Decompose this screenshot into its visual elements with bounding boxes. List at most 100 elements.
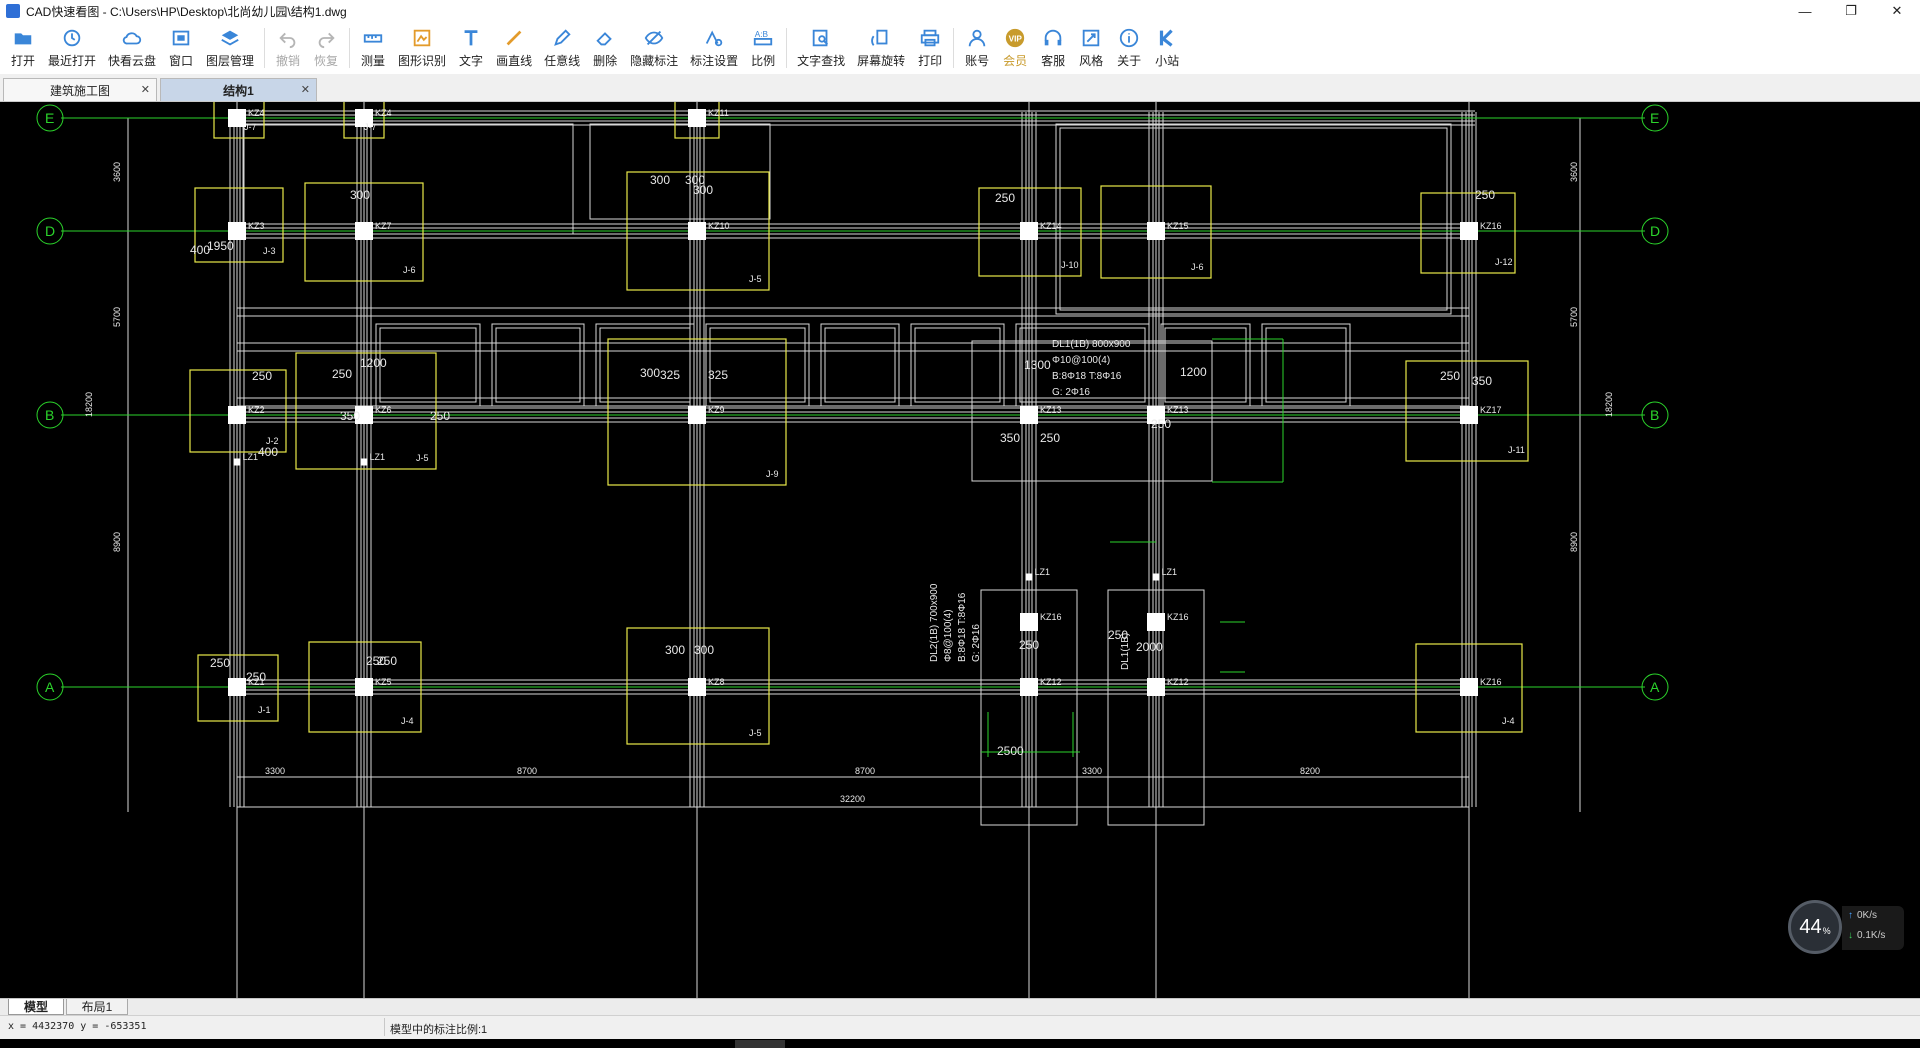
cad-drawing[interactable]: E ED DB BA AJ-7 J-7J-3J-6J-5J-10 J-6 J-12J-2J-5… bbox=[0, 102, 1920, 998]
dimension-label: 325 bbox=[708, 368, 728, 382]
toolbar-label: 图形识别 bbox=[398, 54, 447, 68]
column-label: KZ6 bbox=[375, 405, 392, 415]
footing-label: J-12 bbox=[1495, 257, 1513, 267]
column-label: KZ16 bbox=[1040, 612, 1062, 622]
toolbar-button-line[interactable]: 画直线 bbox=[490, 22, 538, 70]
toolbar-button-printer[interactable]: 打印 bbox=[911, 22, 949, 70]
toolbar-button-ruler[interactable]: 测量 bbox=[354, 22, 392, 70]
toolbar-label: 测量 bbox=[361, 54, 386, 68]
toolbar-separator bbox=[953, 28, 955, 68]
dimension-label: 2000 bbox=[1136, 640, 1163, 654]
drawing-canvas[interactable]: E E D D B B A A J-7 J-7 J-3 J-6 J-5 J-10 J-6 J-12 J-2 J-5… bbox=[0, 102, 1920, 998]
column-label: KZ11 bbox=[708, 108, 729, 118]
footing-label: J-1 bbox=[258, 705, 271, 715]
speed-percent: 44 bbox=[1799, 915, 1822, 938]
toolbar-button-info[interactable]: 关于 bbox=[1110, 22, 1148, 70]
toolbar-label: 删除 bbox=[593, 54, 618, 68]
column-label: KZ3 bbox=[248, 221, 265, 231]
column-square bbox=[1020, 613, 1038, 631]
layout-tabs: 模型 布局1 bbox=[0, 998, 1920, 1015]
column-square bbox=[228, 406, 246, 424]
outline bbox=[910, 323, 1005, 407]
horizontal-scrollbar[interactable] bbox=[735, 1040, 785, 1048]
toolbar-button-eye-hide[interactable]: 隐藏标注 bbox=[624, 22, 684, 70]
toolbar-button-cloud[interactable]: 快看云盘 bbox=[102, 22, 162, 70]
style-icon bbox=[1079, 26, 1103, 50]
column-square bbox=[360, 458, 368, 466]
toolbar-button-vip[interactable]: VIP 会员 bbox=[996, 22, 1034, 70]
column-label: LZ1 bbox=[243, 452, 259, 462]
dimension-label: 250 bbox=[252, 369, 272, 383]
dimension-label: 250 bbox=[430, 409, 450, 423]
window-title: CAD快速看图 - C:\Users\HP\Desktop\北尚幼儿园\结构1.… bbox=[26, 4, 347, 19]
toolbar-button-annotation-settings[interactable]: 标注设置 bbox=[684, 22, 744, 70]
toolbar-button-folder-open[interactable]: 打开 bbox=[4, 22, 42, 70]
minimize-button[interactable]: — bbox=[1782, 0, 1828, 22]
toolbar-button-layers[interactable]: 图层管理 bbox=[200, 22, 260, 70]
svg-text:A:B: A:B bbox=[755, 30, 769, 39]
dimension-label: 300 bbox=[694, 643, 714, 657]
toolbar-separator bbox=[786, 28, 788, 68]
toolbar-label: 任意线 bbox=[544, 54, 581, 68]
tab-model[interactable]: 模型 bbox=[8, 999, 64, 1015]
toolbar-button-account[interactable]: 账号 bbox=[958, 22, 996, 70]
dimension-label: 250 bbox=[1019, 638, 1039, 652]
outline bbox=[242, 123, 574, 235]
toolbar-label: 撤销 bbox=[276, 54, 301, 68]
dimension-label: 18200 bbox=[84, 392, 94, 417]
outline bbox=[705, 323, 810, 407]
footing-label: J-10 bbox=[1061, 260, 1079, 270]
account-icon bbox=[965, 26, 989, 50]
toolbar-label: 风格 bbox=[1079, 54, 1104, 68]
column-square bbox=[228, 678, 246, 696]
tab-architecture[interactable]: 建筑施工图 ✕ bbox=[3, 78, 157, 101]
close-icon[interactable]: ✕ bbox=[141, 83, 150, 96]
redo-icon bbox=[314, 26, 338, 50]
column-square bbox=[233, 458, 241, 466]
bottom-strip bbox=[0, 1039, 1920, 1048]
grid-axis-label-left: A bbox=[45, 679, 55, 695]
toolbar-label: 画直线 bbox=[496, 54, 533, 68]
toolbar-button-rotate-screen[interactable]: 屏幕旋转 bbox=[851, 22, 911, 70]
tab-structure[interactable]: 结构1 ✕ bbox=[160, 78, 317, 101]
toolbar-button-shape-recognition[interactable]: 图形识别 bbox=[392, 22, 452, 70]
status-bar: x = 4432370 y = -653351 模型中的标注比例:1 bbox=[0, 1015, 1920, 1039]
column-square bbox=[1460, 406, 1478, 424]
app-logo-icon bbox=[6, 4, 20, 18]
text-icon bbox=[459, 26, 483, 50]
footing-label: J-7 bbox=[244, 122, 257, 132]
toolbar-button-window[interactable]: 窗口 bbox=[162, 22, 200, 70]
speed-percent-ring: 44% bbox=[1788, 900, 1842, 954]
toolbar-button-recent[interactable]: 最近打开 bbox=[42, 22, 102, 70]
close-icon[interactable]: ✕ bbox=[301, 83, 310, 96]
column-square bbox=[228, 222, 246, 240]
dimension-label: 250 bbox=[1040, 431, 1060, 445]
tab-layout1[interactable]: 布局1 bbox=[66, 999, 128, 1015]
toolbar-label: 窗口 bbox=[169, 54, 194, 68]
column-label: KZ5 bbox=[375, 677, 392, 687]
toolbar-button-scale[interactable]: A:B 比例 bbox=[744, 22, 782, 70]
dimension-label: 250 bbox=[995, 191, 1015, 205]
toolbar-button-headset[interactable]: 客服 bbox=[1034, 22, 1072, 70]
scale-icon: A:B bbox=[751, 26, 775, 50]
column-label: KZ4 bbox=[375, 108, 392, 118]
speed-rates: ↑ 0K/s ↓ 0.1K/s bbox=[1842, 906, 1904, 950]
toolbar-button-text[interactable]: 文字 bbox=[452, 22, 490, 70]
toolbar-button-text-search[interactable]: 文字查找 bbox=[791, 22, 851, 70]
dimension-label: 250 bbox=[246, 670, 266, 684]
printer-icon bbox=[918, 26, 942, 50]
footing-label: J-7 bbox=[364, 122, 377, 132]
toolbar-button-eraser[interactable]: 删除 bbox=[586, 22, 624, 70]
toolbar-button-k-station[interactable]: 小站 bbox=[1148, 22, 1186, 70]
close-button[interactable]: ✕ bbox=[1874, 0, 1920, 22]
toolbar-button-redo[interactable]: 恢复 bbox=[307, 22, 345, 70]
annotation-scale: 模型中的标注比例:1 bbox=[390, 1024, 488, 1036]
dimension-label: 32200 bbox=[840, 794, 865, 804]
column-square bbox=[1025, 573, 1033, 581]
column-label: KZ7 bbox=[375, 221, 392, 231]
toolbar-button-pen[interactable]: 任意线 bbox=[538, 22, 586, 70]
toolbar-button-undo[interactable]: 撤销 bbox=[269, 22, 307, 70]
cloud-icon bbox=[120, 26, 144, 50]
restore-button[interactable]: ❐ bbox=[1828, 0, 1874, 22]
toolbar-button-style[interactable]: 风格 bbox=[1072, 22, 1110, 70]
